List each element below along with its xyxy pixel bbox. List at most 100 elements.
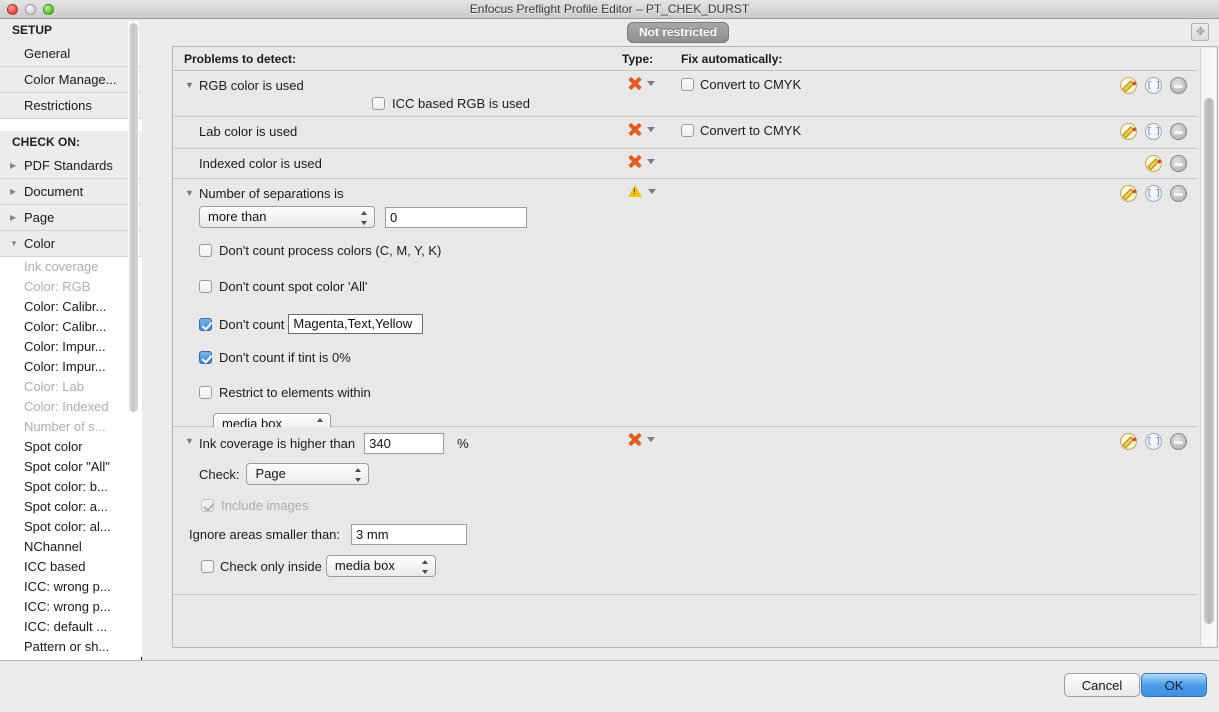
option-dont-count-tint-zero[interactable]: Don't count if tint is 0% (199, 350, 351, 365)
chevron-down-icon[interactable] (648, 188, 656, 194)
sidebar-item-pdf-standards[interactable]: ▶ PDF Standards (0, 153, 142, 179)
sidebar-subitem-icc-wrong-p-1[interactable]: ICC: wrong p... (0, 577, 142, 597)
chevron-down-icon[interactable] (647, 81, 655, 86)
option-include-images: Include images (201, 498, 308, 513)
chevron-down-icon[interactable] (647, 159, 655, 164)
type-cell[interactable] (628, 433, 655, 446)
sidebar-subitem-color-lab[interactable]: Color: Lab (0, 377, 142, 397)
panel-scrollbar[interactable] (1200, 48, 1216, 646)
option-restrict-to-elements-within[interactable]: Restrict to elements within (199, 385, 371, 400)
check-only-inside-box-select[interactable]: media box (325, 555, 436, 577)
ok-button[interactable]: OK (1141, 673, 1207, 697)
disclosure-triangle-icon[interactable]: ▼ (185, 80, 194, 90)
sidebar-subitem-spot-color-b[interactable]: Spot color: b... (0, 477, 142, 497)
remove-minus-icon[interactable] (1170, 433, 1187, 450)
sidebar-subitem-color-calibrated-2[interactable]: Color: Calibr... (0, 317, 142, 337)
sidebar-scrollbar[interactable] (128, 21, 139, 656)
checkbox-restrict-to-elements-within[interactable] (199, 386, 212, 399)
disclosure-triangle-icon[interactable]: ▼ (185, 188, 194, 198)
checkbox-icc-based-rgb[interactable] (372, 97, 385, 110)
checkbox-check-only-inside[interactable] (201, 559, 214, 573)
checkbox-dont-count-tint-zero[interactable] (199, 351, 212, 364)
sidebar-subitem-icc-default[interactable]: ICC: default ... (0, 617, 142, 637)
remove-minus-icon[interactable] (1170, 123, 1187, 140)
sidebar-subitem-spot-color[interactable]: Spot color (0, 437, 142, 457)
chevron-down-icon[interactable] (647, 437, 655, 442)
cancel-button[interactable]: Cancel (1064, 673, 1140, 697)
sidebar-item-color[interactable]: ▼ Color (0, 231, 142, 257)
sidebar-subitem-number-of-separations[interactable]: Number of s... (0, 417, 142, 437)
sidebar-subitem-spot-color-al[interactable]: Spot color: al... (0, 517, 142, 537)
fix-checkbox-convert-to-cmyk[interactable] (681, 124, 694, 137)
chevron-down-icon[interactable] (647, 127, 655, 132)
checkbox-dont-count-process-colors[interactable] (199, 244, 212, 257)
edit-pencil-icon[interactable] (1120, 77, 1137, 94)
sidebar-item-color-management[interactable]: Color Manage... (0, 67, 142, 93)
sidebar-subitem-icc-based[interactable]: ICC based (0, 557, 142, 577)
sidebar-subitem-color-indexed[interactable]: Color: Indexed (0, 397, 142, 417)
sidebar-subitem-spot-color-a[interactable]: Spot color: a... (0, 497, 142, 517)
rules-panel: Problems to detect: Type: Fix automatica… (172, 46, 1218, 648)
ink-coverage-check-row: Check: Page (199, 463, 370, 485)
type-cell[interactable] (628, 123, 655, 136)
bracket-variable-icon[interactable]: [ ] (1145, 123, 1162, 140)
sidebar-subitem-label: Spot color: b... (24, 479, 108, 494)
checkbox-dont-count-spot-all[interactable] (199, 280, 212, 293)
panel-scrollbar-thumb[interactable] (1204, 98, 1214, 624)
dont-count-list-input[interactable]: Magenta,Text,Yellow (288, 314, 424, 334)
sidebar-item-document[interactable]: ▶ Document (0, 179, 142, 205)
bracket-variable-icon[interactable]: [ ] (1145, 185, 1162, 202)
sidebar-item-restrictions[interactable]: Restrictions (0, 93, 142, 119)
sidebar-subitem-icc-wrong-p-2[interactable]: ICC: wrong p... (0, 597, 142, 617)
sidebar-item-page[interactable]: ▶ Page (0, 205, 142, 231)
sidebar-item-label: Page (24, 210, 55, 225)
sidebar-section-setup-title: SETUP (0, 19, 142, 41)
sidebar-subitem-color-impure-2[interactable]: Color: Impur... (0, 357, 142, 377)
bracket-variable-icon[interactable]: [ ] (1145, 433, 1162, 450)
sidebar-subitem-nchannel[interactable]: NChannel (0, 537, 142, 557)
option-dont-count-spot-all[interactable]: Don't count spot color 'All' (199, 279, 367, 294)
option-dont-count-process-colors[interactable]: Don't count process colors (C, M, Y, K) (199, 243, 441, 258)
edit-pencil-icon[interactable] (1145, 155, 1162, 172)
resize-tool-button[interactable]: ✥ (1191, 23, 1209, 41)
edit-pencil-icon[interactable] (1120, 123, 1137, 140)
comparator-select[interactable]: more than (199, 206, 375, 228)
sidebar-subitem-label: Color: RGB (24, 279, 91, 294)
remove-minus-icon[interactable] (1170, 77, 1187, 94)
content-pane: Not restricted ✥ Problems to detect: Typ… (143, 19, 1219, 660)
sub-option-icc-based-rgb[interactable]: ICC based RGB is used (372, 96, 530, 111)
type-cell[interactable] (628, 185, 656, 197)
disclosure-triangle-icon[interactable]: ▼ (185, 436, 194, 446)
sidebar-item-label: Color (24, 236, 56, 251)
row-actions: [ ] (1120, 433, 1187, 450)
ignore-areas-input[interactable]: 3 mm (351, 524, 468, 545)
option-dont-count-list[interactable]: Don't count Magenta,Text,Yellow (199, 314, 424, 334)
ink-coverage-input[interactable]: 340 (364, 433, 445, 454)
check-scope-select[interactable]: Page (246, 463, 370, 485)
remove-minus-icon[interactable] (1170, 155, 1187, 172)
sidebar-subitem-color-rgb[interactable]: Color: RGB (0, 277, 142, 297)
sidebar-scrollbar-thumb[interactable] (129, 23, 138, 412)
option-check-only-inside: Check only inside media box (201, 555, 436, 577)
edit-pencil-icon[interactable] (1120, 185, 1137, 202)
sidebar-item-general[interactable]: General (0, 41, 142, 67)
sidebar-subitem-ink-coverage[interactable]: Ink coverage (0, 257, 142, 277)
checkbox-label: Check only inside (220, 558, 322, 574)
sidebar: SETUP General Color Manage... Restrictio… (0, 19, 142, 660)
remove-minus-icon[interactable] (1170, 185, 1187, 202)
type-cell[interactable] (628, 77, 655, 90)
fix-cell[interactable]: Convert to CMYK (681, 77, 801, 92)
edit-pencil-icon[interactable] (1120, 433, 1137, 450)
sidebar-subitem-pattern-or-shading[interactable]: Pattern or sh... (0, 637, 142, 657)
separations-count-input[interactable]: 0 (385, 206, 527, 228)
sidebar-subitem-spot-color-all[interactable]: Spot color "All" (0, 457, 142, 477)
error-x-icon (628, 123, 641, 136)
fix-cell[interactable]: Convert to CMYK (681, 123, 801, 138)
fix-checkbox-convert-to-cmyk[interactable] (681, 78, 694, 91)
checkbox-dont-count-list[interactable] (199, 317, 212, 331)
bracket-variable-icon[interactable]: [ ] (1145, 77, 1162, 94)
type-cell[interactable] (628, 155, 655, 168)
sidebar-subitem-color-calibrated-1[interactable]: Color: Calibr... (0, 297, 142, 317)
sidebar-subitem-color-impure-1[interactable]: Color: Impur... (0, 337, 142, 357)
window-title: Enfocus Preflight Profile Editor – PT_CH… (469, 2, 750, 16)
